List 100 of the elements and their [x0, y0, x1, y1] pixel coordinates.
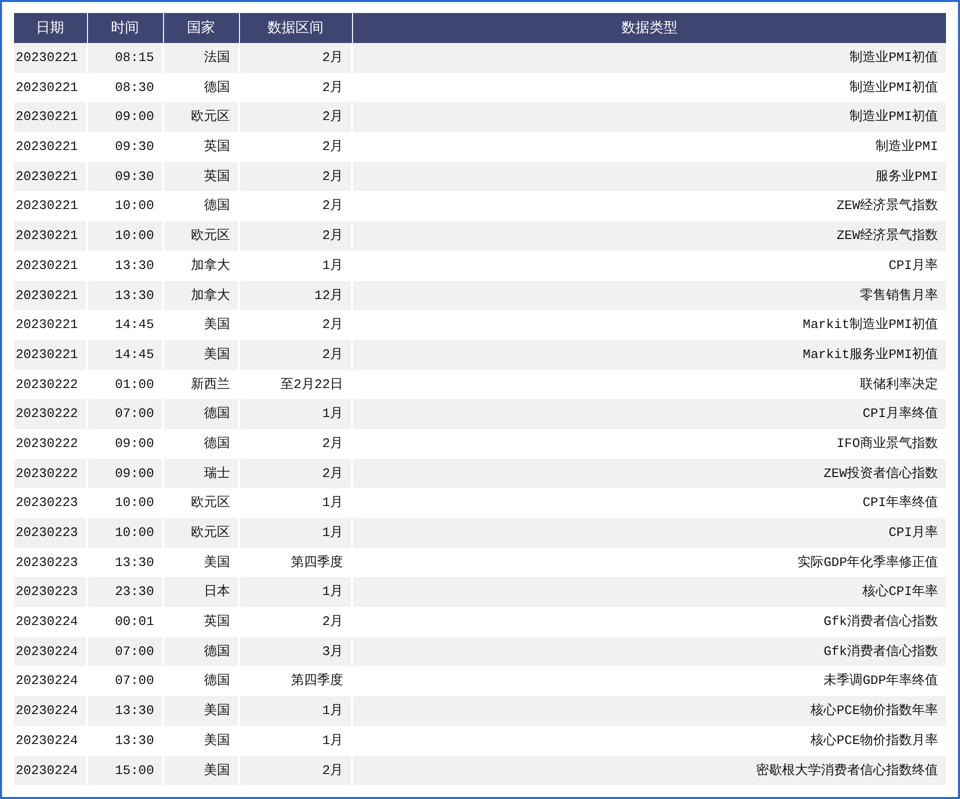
country-cell-text: 新西兰: [190, 376, 231, 394]
date-cell-text: 20230224: [14, 613, 79, 632]
date-cell: 20230222: [14, 399, 86, 429]
date-cell: 20230224: [14, 696, 86, 726]
time-cell: 07:00: [88, 636, 162, 666]
country-cell-text: 美国: [203, 554, 231, 572]
period-cell-text: 1月: [321, 732, 344, 750]
type-cell-text: CPI月率: [888, 256, 939, 275]
period-cell-text: 至2月22日: [280, 376, 344, 394]
type-cell-text: CPI年率终值: [862, 494, 939, 512]
type-cell-text: 实际GDP年化季率修正值: [796, 554, 939, 572]
date-cell: 20230221: [14, 43, 86, 73]
period-cell-text: 2月: [321, 316, 344, 334]
country-cell-text: 加拿大: [190, 256, 231, 275]
time-cell: 08:15: [88, 43, 162, 73]
period-cell: 2月: [240, 340, 351, 370]
period-cell: 2月: [240, 458, 351, 488]
period-cell: 12月: [240, 280, 351, 310]
date-cell-text: 20230221: [14, 197, 79, 216]
type-cell: 零售销售月率: [353, 280, 946, 310]
type-cell: 核心CPI年率: [353, 577, 946, 608]
type-cell: CPI月率终值: [353, 399, 946, 429]
date-cell-text: 20230222: [14, 376, 79, 394]
time-cell-text: 09:00: [114, 434, 155, 453]
type-cell-text: IFO商业景气指数: [836, 434, 939, 453]
time-cell: 07:00: [88, 399, 162, 429]
country-cell: 德国: [164, 636, 238, 666]
period-cell: 3月: [240, 636, 351, 666]
date-cell: 20230221: [14, 280, 86, 310]
period-cell: 2月: [240, 221, 351, 251]
time-cell-text: 00:01: [114, 613, 155, 632]
country-cell-text: 德国: [203, 434, 231, 453]
period-cell: 2月: [240, 43, 351, 73]
country-cell-text: 德国: [203, 672, 231, 690]
date-cell-text: 20230223: [14, 494, 79, 512]
type-cell-text: ZEW经济景气指数: [836, 197, 939, 216]
type-cell-text: 未季调GDP年率终值: [822, 672, 939, 690]
country-cell: 欧元区: [164, 102, 238, 132]
period-cell: 2月: [240, 756, 351, 786]
country-cell: 欧元区: [164, 221, 238, 251]
date-cell: 20230223: [14, 518, 86, 548]
date-cell: 20230222: [14, 458, 86, 488]
time-cell: 14:45: [88, 340, 162, 370]
type-cell-text: Markit制造业PMI初值: [802, 316, 939, 334]
type-cell-text: 制造业PMI初值: [848, 78, 939, 97]
country-cell-text: 美国: [203, 316, 231, 334]
time-cell: 09:00: [88, 458, 162, 488]
date-cell-text: 20230221: [14, 316, 79, 334]
time-cell-text: 01:00: [114, 376, 155, 394]
time-cell: 09:00: [88, 102, 162, 132]
time-cell: 13:30: [88, 280, 162, 310]
date-cell-text: 20230222: [14, 434, 79, 453]
type-cell: ZEW经济景气指数: [353, 221, 946, 251]
type-cell: 制造业PMI初值: [353, 43, 946, 73]
time-cell: 09:30: [88, 162, 162, 192]
date-cell: 20230224: [14, 636, 86, 666]
country-cell: 瑞士: [164, 458, 238, 488]
date-cell-text: 20230224: [14, 732, 79, 750]
date-cell: 20230221: [14, 221, 86, 251]
period-cell-text: 2月: [321, 197, 344, 216]
country-cell: 欧元区: [164, 518, 238, 548]
time-cell-text: 13:30: [114, 732, 155, 750]
period-cell-text: 1月: [321, 494, 344, 512]
date-cell: 20230221: [14, 162, 86, 192]
date-cell-text: 20230221: [14, 78, 79, 97]
date-cell: 20230221: [14, 340, 86, 370]
time-cell-text: 13:30: [114, 256, 155, 275]
country-cell-text: 英国: [203, 613, 231, 632]
period-cell: 1月: [240, 696, 351, 726]
period-cell-text: 2月: [321, 613, 344, 632]
date-cell-text: 20230221: [14, 256, 79, 275]
period-cell: 2月: [240, 102, 351, 132]
country-cell: 美国: [164, 340, 238, 370]
type-cell: 制造业PMI初值: [353, 102, 946, 132]
type-cell-text: 制造业PMI: [874, 138, 939, 156]
country-cell-text: 德国: [203, 78, 231, 97]
time-cell: 13:30: [88, 696, 162, 726]
column-header: 日期: [35, 19, 65, 38]
time-cell-text: 10:00: [114, 197, 155, 216]
country-cell-text: 欧元区: [190, 494, 231, 512]
country-cell-text: 英国: [203, 138, 231, 156]
type-cell: 核心PCE物价指数年率: [353, 696, 946, 726]
type-cell: CPI月率: [353, 518, 946, 548]
date-cell-text: 20230223: [14, 554, 79, 572]
type-cell: Gfk消费者信心指数: [353, 636, 946, 666]
period-cell: 1月: [240, 518, 351, 548]
type-cell: Markit服务业PMI初值: [353, 340, 946, 370]
country-cell: 英国: [164, 162, 238, 192]
time-cell: 10:00: [88, 518, 162, 548]
period-cell-text: 2月: [321, 138, 344, 156]
time-cell-text: 08:30: [114, 78, 155, 97]
period-cell-text: 2月: [321, 434, 344, 453]
time-cell-text: 10:00: [114, 494, 155, 512]
time-cell-text: 14:45: [114, 316, 155, 334]
date-cell: 20230223: [14, 577, 86, 608]
time-cell: 15:00: [88, 756, 162, 786]
period-cell-text: 第四季度: [290, 672, 344, 690]
type-cell-text: 联储利率决定: [859, 376, 939, 394]
type-cell-text: 核心PCE物价指数月率: [810, 732, 939, 750]
time-cell-text: 07:00: [114, 672, 155, 690]
